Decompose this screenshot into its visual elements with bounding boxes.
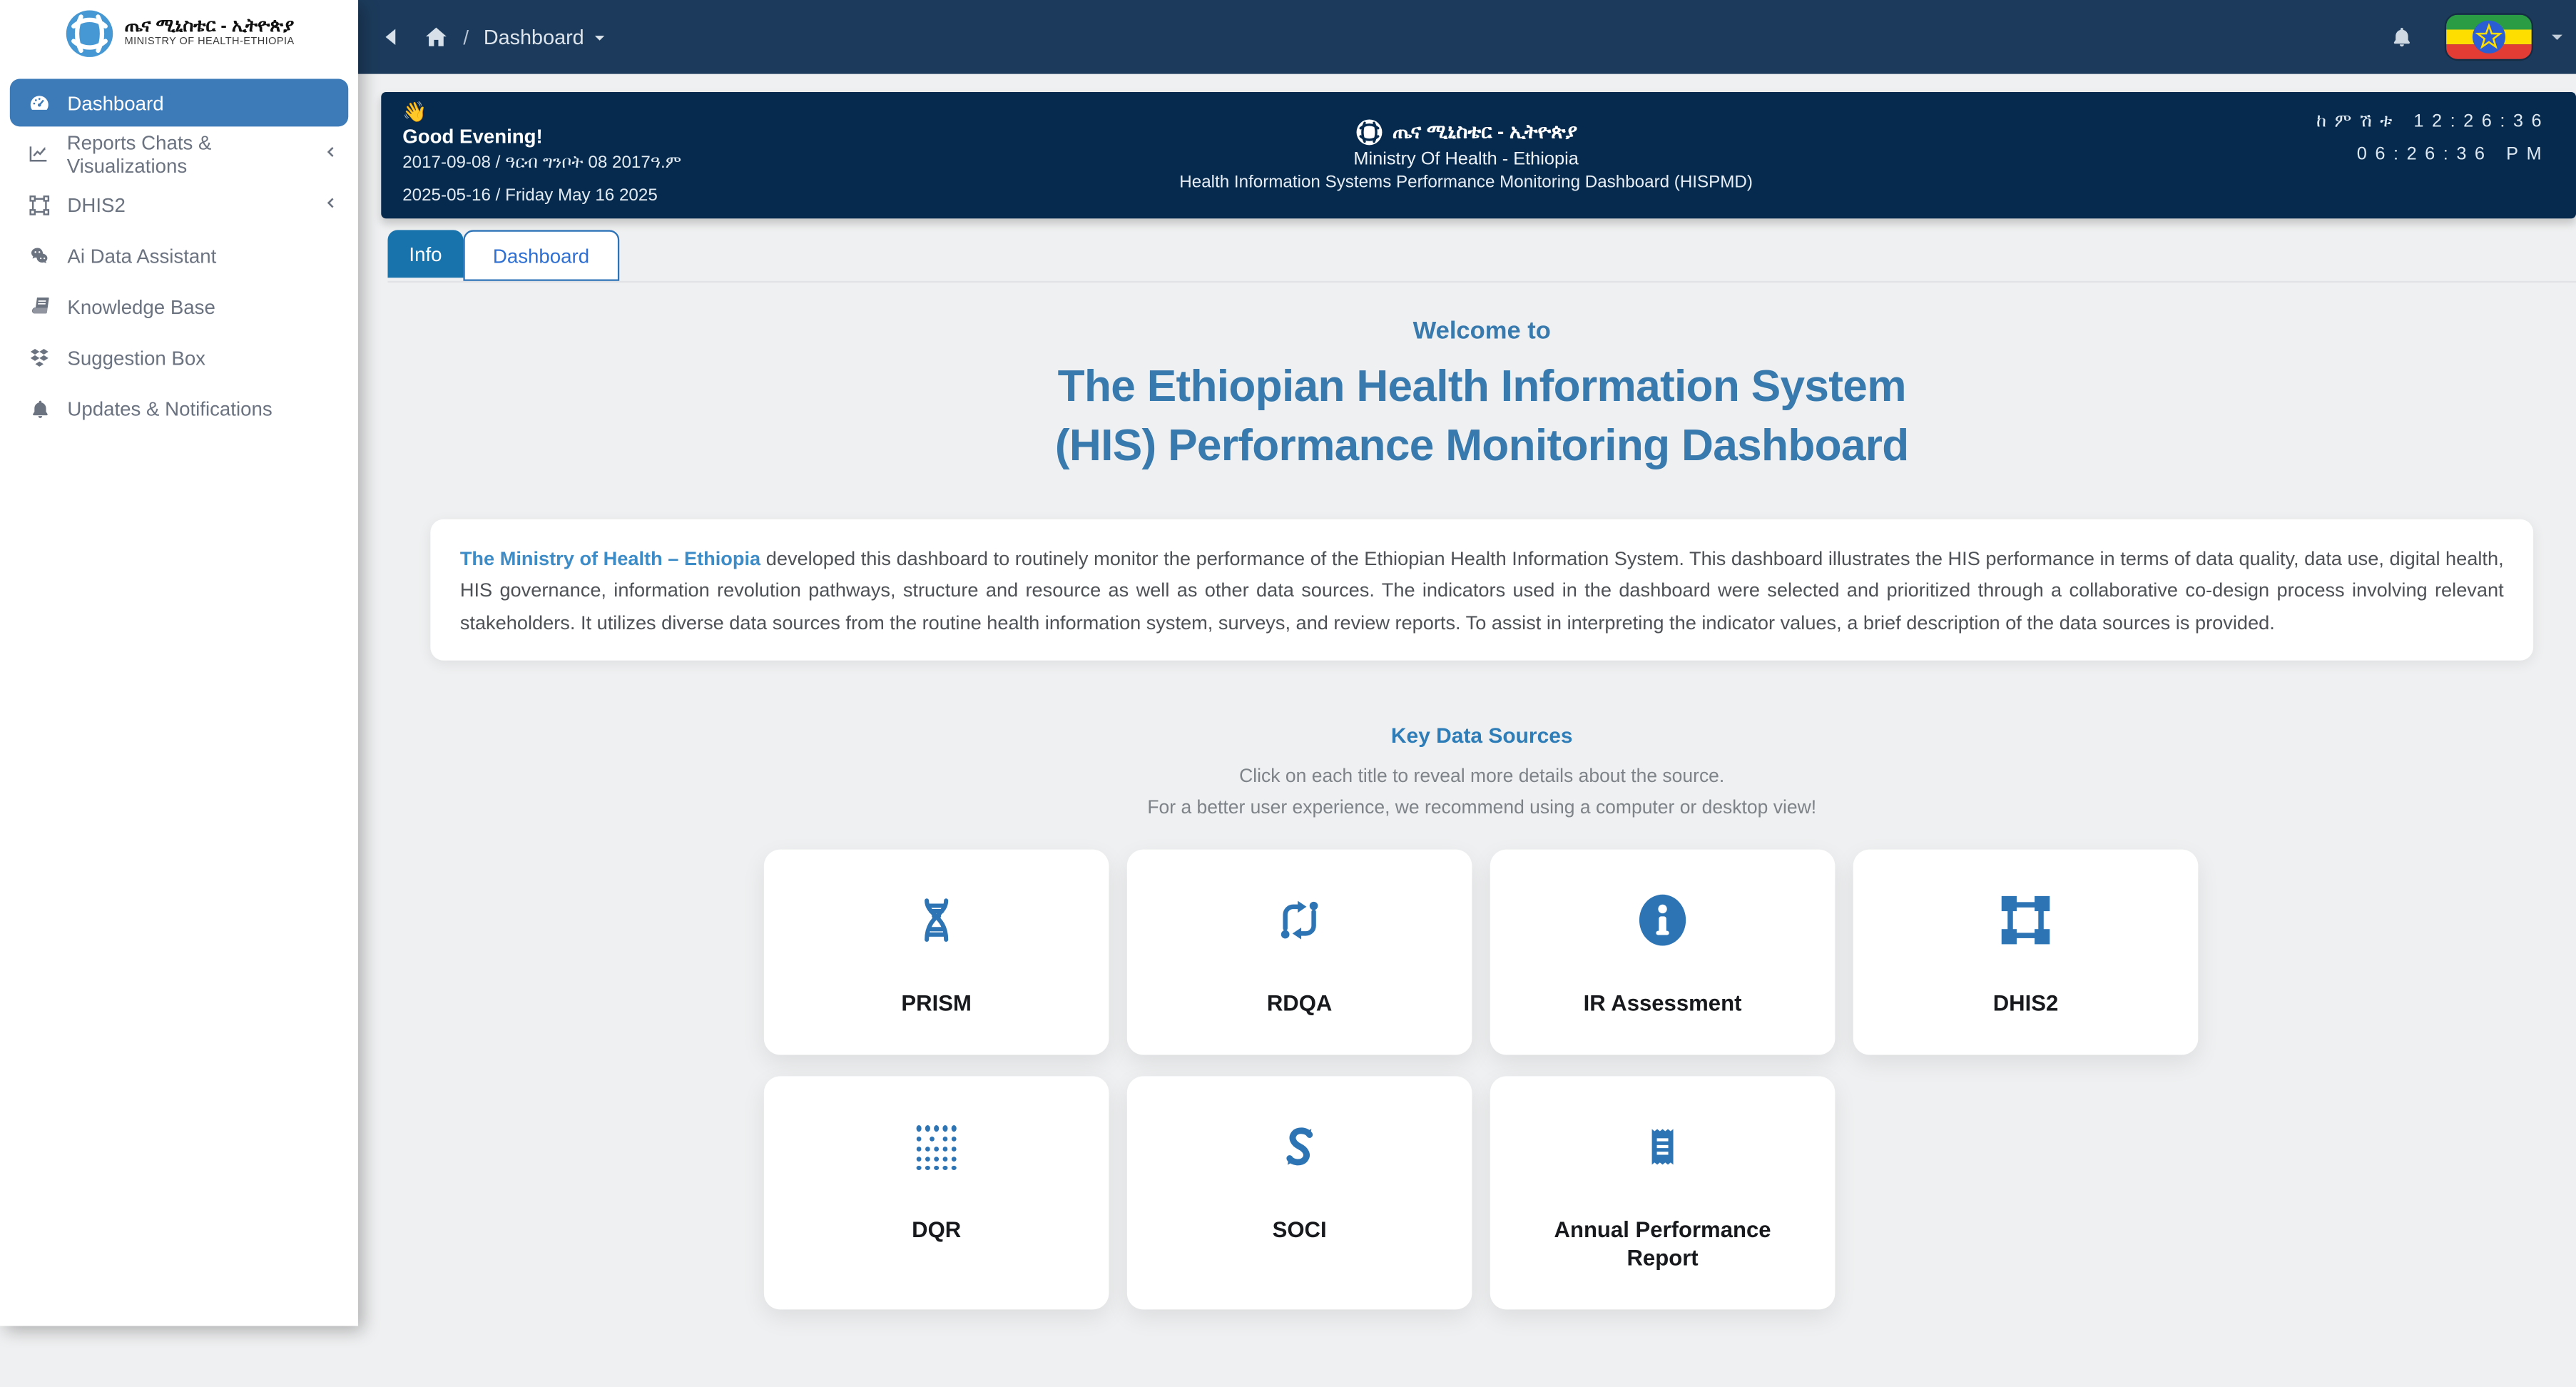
header-banner: 👋 Good Evening! 2017-09-08 / ዓርብ ግንቦት 08…	[381, 91, 2576, 219]
sidebar-item-reports-chats-visualizations[interactable]: Reports Chats & Visualizations	[10, 130, 348, 178]
dashboard-full-name: Health Information Systems Performance M…	[1179, 172, 1753, 193]
moh-logo-icon	[66, 10, 113, 57]
card-rdqa[interactable]: RDQA	[1126, 849, 1472, 1055]
book-icon	[26, 296, 53, 317]
dna-icon	[912, 890, 961, 950]
object-group-icon	[1997, 890, 2053, 950]
card-label: DHIS2	[1992, 990, 2059, 1015]
banner-org-block: ጤና ሚኒስቴር - ኢትዮጵያ Ministry Of Health - Et…	[1179, 92, 1753, 218]
tab-bar: Info Dashboard	[387, 230, 2576, 283]
ethiopian-date: 2017-09-08 / ዓርብ ግንቦት 08 2017ዓ.ም	[402, 153, 682, 173]
moh-logo: ጤና ሚኒስቴር - ኢትዮጵያ MINISTRY OF HEALTH-ETHI…	[0, 0, 358, 69]
s-sync-icon	[1275, 1117, 1324, 1176]
about-card: The Ministry of Health – Ethiopia develo…	[430, 519, 2534, 661]
sidebar-item-label: Updates & Notifications	[67, 397, 273, 420]
brand-name-amharic: ጤና ሚኒስቴር - ኢትዮጵያ	[124, 17, 295, 37]
dot-grid-icon	[910, 1117, 963, 1176]
card-annual-performance-report[interactable]: Annual Performance Report	[1490, 1075, 1836, 1309]
breadcrumb-separator: /	[463, 25, 469, 49]
card-ir-assessment[interactable]: IR Assessment	[1490, 849, 1836, 1055]
sidebar-item-label: DHIS2	[67, 193, 126, 216]
home-icon[interactable]	[424, 25, 449, 50]
ethiopian-time: ከምሽቱ 12:26:36	[2316, 111, 2550, 132]
sidebar-item-ai-data-assistant[interactable]: Ai Data Assistant	[10, 232, 348, 280]
data-source-cards: PRISM RDQA IR Assessment DHIS2 DQR SOCI …	[763, 849, 2200, 1309]
sidebar-item-label: Knowledge Base	[67, 295, 215, 318]
sidebar-item-label: Reports Chats & Visualizations	[66, 131, 212, 177]
page-title: The Ethiopian Health Information System …	[1054, 361, 1909, 469]
sidebar-item-label: Ai Data Assistant	[67, 243, 217, 268]
card-label: Annual Performance Report	[1554, 1216, 1771, 1270]
cycle-arrows-icon	[1273, 890, 1326, 950]
sidebar-item-updates-notifications[interactable]: Updates & Notifications	[10, 385, 348, 432]
chart-line-icon	[26, 143, 52, 164]
gauge-icon	[26, 91, 53, 114]
object-group-icon	[26, 193, 53, 216]
about-text: developed this dashboard to routinely mo…	[459, 547, 2504, 634]
sidebar-item-label: Dashboard	[67, 91, 164, 115]
card-dqr[interactable]: DQR	[763, 1075, 1109, 1309]
sidebar-menu: Dashboard Reports Chats & Visualizations	[0, 78, 358, 432]
key-data-sources-hint1: Click on each title to reveal more detai…	[1239, 767, 1725, 787]
back-icon[interactable]	[381, 26, 402, 48]
org-name-amharic: ጤና ሚኒስቴር - ኢትዮጵያ	[1393, 120, 1578, 143]
ethiopia-flag[interactable]	[2446, 14, 2532, 59]
org-name-english: Ministry Of Health - Ethiopia	[1353, 149, 1579, 170]
chat-bubbles-icon	[26, 245, 53, 266]
card-label: DQR	[912, 1216, 962, 1242]
bell-icon	[26, 397, 53, 420]
card-label: SOCI	[1272, 1216, 1327, 1242]
wave-emoji: 👋	[402, 100, 427, 123]
app-root: / Dashboard ጤና ሚኒስቴር - ኢትዮጵያ MINISTRY OF…	[0, 0, 2576, 1387]
moh-logo-white-icon	[1355, 119, 1382, 146]
sidebar-item-dhis2[interactable]: DHIS2	[10, 181, 348, 228]
top-navbar: / Dashboard	[0, 0, 2576, 74]
chevron-down-icon[interactable]	[2548, 28, 2566, 46]
sidebar: ጤና ሚኒስቴር - ኢትዮጵያ MINISTRY OF HEALTH-ETHI…	[0, 0, 359, 1326]
sidebar-item-suggestion-box[interactable]: Suggestion Box	[10, 333, 348, 381]
card-dhis2[interactable]: DHIS2	[1853, 849, 2199, 1055]
standard-time: 06:26:36 PM	[2356, 144, 2550, 165]
bell-icon[interactable]	[2391, 25, 2413, 50]
greeting-text: Good Evening!	[402, 125, 543, 148]
key-data-sources-title: Key Data Sources	[1390, 723, 1573, 748]
card-prism[interactable]: PRISM	[763, 849, 1109, 1055]
chevron-left-icon	[324, 143, 339, 161]
moh-link[interactable]: The Ministry of Health – Ethiopia	[460, 547, 760, 570]
tab-info[interactable]: Info	[387, 230, 464, 278]
welcome-lead: Welcome to	[1412, 317, 1551, 345]
banner-greeting-block: 👋 Good Evening! 2017-09-08 / ዓርብ ግንቦት 08…	[381, 92, 681, 218]
dropbox-icon	[26, 347, 53, 368]
receipt-icon	[1641, 1117, 1684, 1176]
chevron-left-icon	[324, 194, 339, 212]
banner-clock-block: ከምሽቱ 12:26:36 06:26:36 PM	[2316, 92, 2576, 218]
card-label: PRISM	[901, 990, 972, 1015]
chevron-down-icon	[594, 34, 604, 40]
card-soci[interactable]: SOCI	[1126, 1075, 1472, 1309]
sidebar-item-knowledge-base[interactable]: Knowledge Base	[10, 283, 348, 330]
card-label: RDQA	[1266, 990, 1333, 1015]
sidebar-item-dashboard[interactable]: Dashboard	[9, 78, 349, 127]
tab-dashboard[interactable]: Dashboard	[463, 230, 619, 281]
brand-name-english: MINISTRY OF HEALTH-ETHIOPIA	[124, 36, 295, 48]
main-content: Info Dashboard Welcome to The Ethiopian …	[358, 218, 2576, 1386]
breadcrumb[interactable]: Dashboard	[484, 26, 607, 49]
gregorian-date: 2025-05-16 / Friday May 16 2025	[402, 186, 658, 205]
key-data-sources-hint2: For a better user experience, we recomme…	[1147, 798, 1817, 818]
sidebar-item-label: Suggestion Box	[67, 345, 206, 370]
info-circle-icon	[1634, 890, 1690, 950]
card-label: IR Assessment	[1583, 990, 1742, 1015]
